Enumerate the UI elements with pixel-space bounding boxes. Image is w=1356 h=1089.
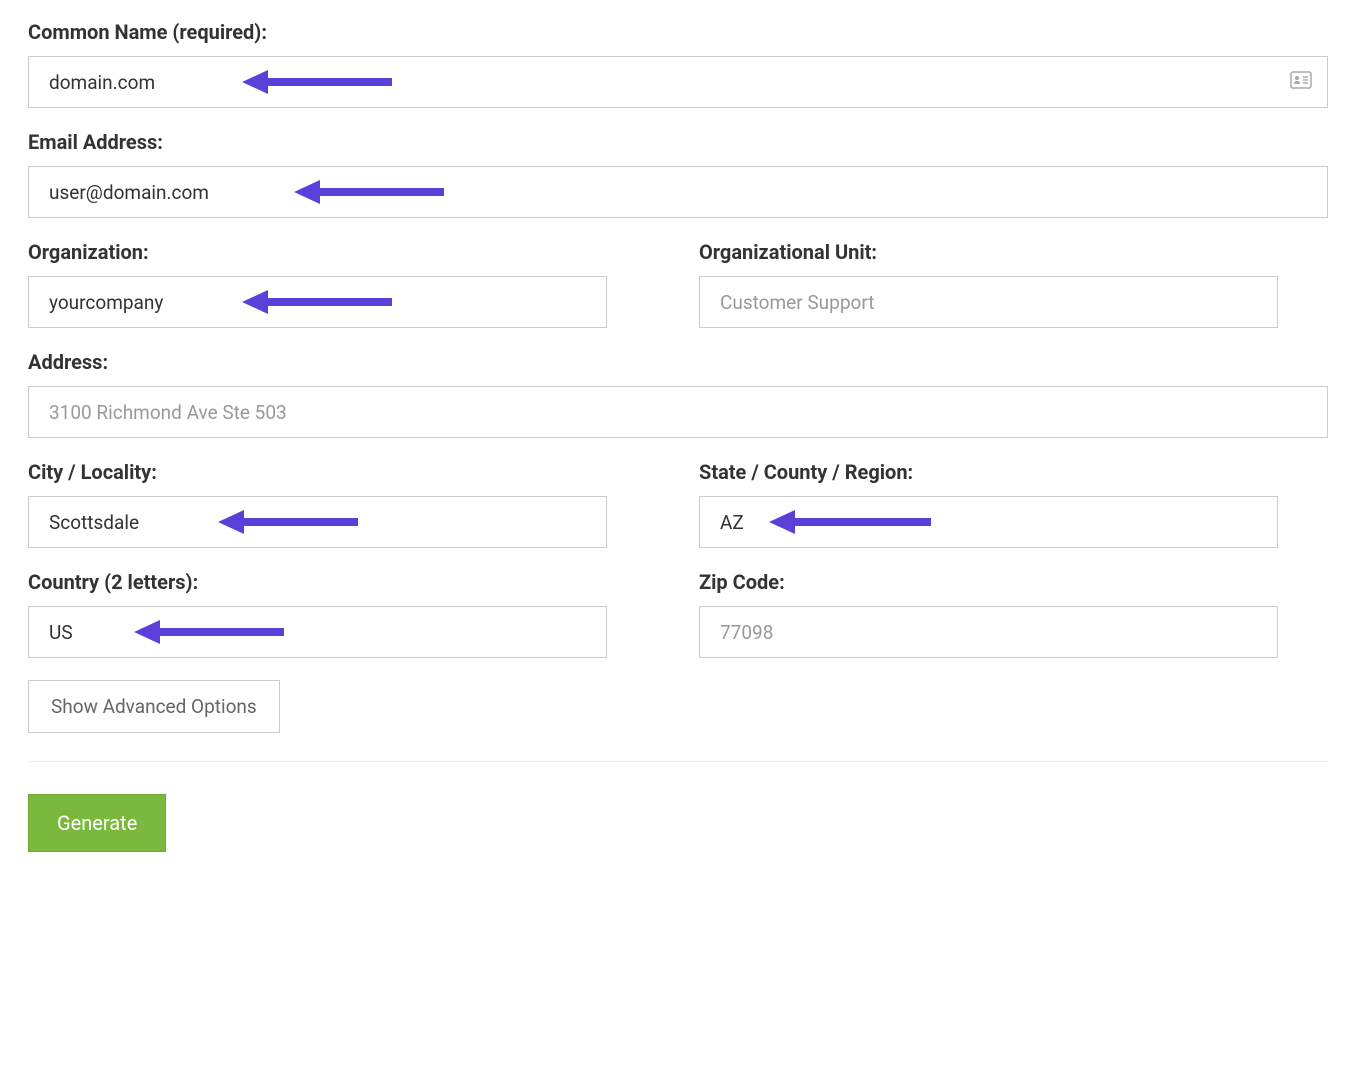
city-input[interactable]: [28, 496, 607, 548]
email-input[interactable]: [28, 166, 1328, 218]
state-input[interactable]: [699, 496, 1278, 548]
address-label: Address:: [28, 350, 1328, 374]
country-input[interactable]: [28, 606, 607, 658]
common-name-input[interactable]: [28, 56, 1328, 108]
organization-input[interactable]: [28, 276, 607, 328]
common-name-label: Common Name (required):: [28, 20, 1328, 44]
show-advanced-button[interactable]: Show Advanced Options: [28, 680, 280, 733]
zip-input[interactable]: [699, 606, 1278, 658]
id-card-icon: [1290, 71, 1312, 93]
address-input[interactable]: [28, 386, 1328, 438]
state-label: State / County / Region:: [699, 460, 1328, 484]
email-label: Email Address:: [28, 130, 1328, 154]
city-label: City / Locality:: [28, 460, 657, 484]
org-unit-input[interactable]: [699, 276, 1278, 328]
country-label: Country (2 letters):: [28, 570, 657, 594]
generate-button[interactable]: Generate: [28, 794, 166, 852]
divider: [28, 761, 1328, 762]
org-unit-label: Organizational Unit:: [699, 240, 1328, 264]
organization-label: Organization:: [28, 240, 657, 264]
zip-label: Zip Code:: [699, 570, 1328, 594]
